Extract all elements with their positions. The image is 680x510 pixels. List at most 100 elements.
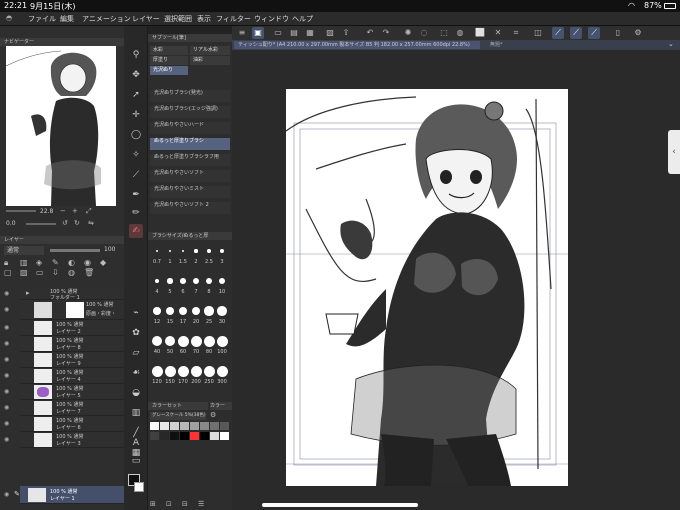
snap-grid-icon[interactable]: ⟋	[588, 27, 600, 39]
save-icon[interactable]: ▤	[288, 27, 300, 39]
brush-preset-item[interactable]: 光沢ぬりやさいソフト 2	[150, 202, 230, 214]
undo-icon[interactable]: ↶	[364, 27, 376, 39]
operation-tool-icon[interactable]: ➚	[129, 88, 143, 102]
deselect-icon[interactable]: ✕	[492, 27, 504, 39]
brush-size-dot[interactable]	[180, 278, 186, 284]
zoom-in-icon[interactable]: +	[72, 207, 78, 215]
grid-icon[interactable]: ▦	[304, 27, 316, 39]
color-swatch[interactable]	[200, 432, 209, 440]
color-list-view-icon[interactable]: ☰	[198, 500, 204, 508]
subtool-tab-watercolor[interactable]: 水彩	[150, 46, 188, 55]
layer-item[interactable]: ◉ 100 % 通常 レイヤー 7	[4, 400, 124, 416]
eye-icon[interactable]: ◉	[4, 420, 12, 428]
zoom-slider[interactable]	[6, 210, 36, 212]
layer-item[interactable]: ◉ 100 % 通常 レイヤー 4	[4, 368, 124, 384]
eye-icon[interactable]: ◉	[4, 356, 12, 364]
color-swatch[interactable]	[160, 422, 169, 430]
color-set-select[interactable]: グレースケール 5%(38色)	[150, 412, 206, 420]
clear-icon[interactable]: ◌	[418, 27, 430, 39]
brush-preset-item[interactable]: ぬるっと厚塗りブラシラフ用	[150, 154, 230, 166]
draft-icon[interactable]: ✎	[52, 258, 59, 267]
subtool-tab-gloss[interactable]: 光沢ぬり	[150, 66, 188, 75]
clip-icon[interactable]: ▥	[20, 258, 28, 267]
add-color-icon[interactable]: ⊞	[150, 500, 156, 508]
delete-color-icon[interactable]: ⊟	[182, 500, 188, 508]
pencil-tool-icon[interactable]: ✏	[129, 206, 143, 220]
brush-size-dot[interactable]	[156, 250, 158, 252]
collapse-panel-tab[interactable]: ‹	[668, 130, 680, 174]
color-swatch[interactable]	[180, 422, 189, 430]
eye-icon[interactable]: ◉	[4, 290, 12, 298]
snap-special-ruler-icon[interactable]: ⟋	[570, 27, 582, 39]
color-swatch-grid[interactable]	[150, 422, 230, 442]
brush-size-dot[interactable]	[204, 306, 214, 316]
balloon-tool-icon[interactable]: ▭	[129, 454, 143, 468]
color-swatch[interactable]	[190, 432, 199, 440]
color-swatch[interactable]	[220, 422, 229, 430]
brush-size-dot[interactable]	[191, 306, 201, 316]
opacity-slider[interactable]	[50, 249, 100, 252]
palette-color-icon[interactable]: ◆	[100, 258, 106, 267]
decoration-tool-icon[interactable]: ✿	[129, 326, 143, 340]
menu-filter[interactable]: フィルター	[216, 14, 251, 24]
app-logo-icon[interactable]: ◓	[6, 14, 12, 22]
brush-size-dot[interactable]	[181, 249, 185, 253]
eye-icon[interactable]: ◉	[4, 404, 12, 412]
color-swatch[interactable]	[150, 432, 159, 440]
color-swatch[interactable]	[200, 422, 209, 430]
fill-icon[interactable]: ◍	[454, 27, 466, 39]
brush-size-grid[interactable]: 0.7 1 1.5 2 2.5 3 4 5 6 7 8 10 12 15 17 20 25 30 40 50 60 70 8…	[148, 242, 232, 420]
navigator-thumbnail[interactable]	[5, 46, 116, 206]
lasso-tool-icon[interactable]: ◯	[129, 128, 143, 142]
menu-layer[interactable]: レイヤー	[132, 14, 160, 24]
color-swatch[interactable]	[160, 432, 169, 440]
delete-layer-icon[interactable]: 🗑︎	[84, 268, 94, 277]
new-vector-layer-icon[interactable]: ▧	[20, 268, 28, 277]
brush-size-dot[interactable]	[153, 307, 161, 315]
blend-tool-icon[interactable]: ☙	[129, 366, 143, 380]
menu-file[interactable]: ファイル	[28, 14, 56, 24]
redo-icon[interactable]: ↷	[380, 27, 392, 39]
color-icon[interactable]: ◉	[84, 258, 91, 267]
layer-item[interactable]: ◉ 100 % 通常 レイヤー 5	[4, 384, 124, 400]
menu-window[interactable]: ウィンドウ	[254, 14, 289, 24]
color-swatch[interactable]	[220, 432, 229, 440]
brush-preset-item[interactable]: 光沢ぬりブラシ(発光)	[150, 90, 230, 102]
brush-size-dot[interactable]	[167, 278, 173, 284]
select-all-icon[interactable]: ⬜	[474, 27, 486, 39]
layer-item[interactable]: ◉ 100 % 通常 レイヤー 3	[4, 432, 124, 448]
move-tool-icon[interactable]: ✥	[129, 68, 143, 82]
color-swatch[interactable]	[150, 422, 159, 430]
subtool-tab-oil[interactable]: 油彩	[190, 56, 230, 65]
layer-item[interactable]: ◉ ▸ 100 % 通常 フォルダー 1	[4, 288, 124, 301]
eyedropper-tool-icon[interactable]: ⟋	[129, 168, 143, 182]
brush-size-dot[interactable]	[164, 365, 176, 377]
eye-icon[interactable]: ◉	[4, 372, 12, 380]
menu-view[interactable]: 表示	[197, 14, 211, 24]
export-icon[interactable]: ▨	[324, 27, 336, 39]
eye-icon[interactable]: ◉	[4, 324, 12, 332]
brush-size-dot[interactable]	[177, 365, 189, 377]
crop-icon[interactable]: ⌗	[510, 27, 522, 39]
text-tool-icon[interactable]: A	[129, 436, 143, 450]
brush-size-dot[interactable]	[190, 365, 202, 377]
rotate-slider[interactable]	[26, 223, 56, 225]
brush-size-dot[interactable]	[151, 365, 163, 377]
eye-icon[interactable]: ◉	[4, 388, 12, 396]
brush-size-dot[interactable]	[168, 249, 172, 253]
transform-icon[interactable]: ⬚	[438, 27, 450, 39]
layer-item[interactable]: ◉ 100 % 通常 原画・彩度・	[4, 300, 124, 320]
reference-icon[interactable]: ◈	[36, 258, 42, 267]
replace-color-icon[interactable]: ⊡	[166, 500, 172, 508]
invert-icon[interactable]: ◫	[532, 27, 544, 39]
zoom-out-icon[interactable]: −	[60, 207, 66, 215]
brush-size-dot[interactable]	[178, 306, 188, 316]
layer-item[interactable]: ◉ 100 % 通常 レイヤー 6	[4, 416, 124, 432]
rotate-right-icon[interactable]: ↻	[74, 219, 80, 227]
spinner-icon[interactable]: ✺	[402, 27, 414, 39]
layer-item[interactable]: ◉ 100 % 通常 レイヤー 8	[4, 336, 124, 352]
brush-size-dot[interactable]	[216, 335, 228, 347]
layer-item[interactable]: ◉ 100 % 通常 レイヤー 2	[4, 320, 124, 336]
gradient-tool-icon[interactable]: ▥	[129, 406, 143, 420]
layer-item-selected[interactable]: ◉ ✎ 100 % 通常 レイヤー 1	[4, 486, 124, 504]
